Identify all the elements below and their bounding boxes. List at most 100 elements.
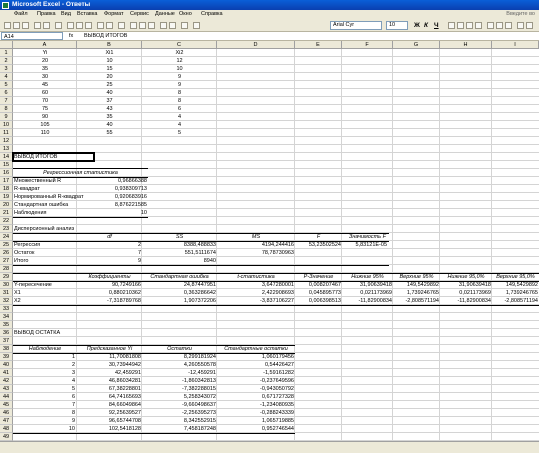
column-header-f[interactable]: F bbox=[342, 41, 393, 49]
row-header[interactable]: 45 bbox=[0, 401, 13, 409]
print-icon[interactable] bbox=[34, 22, 41, 29]
row-header[interactable]: 23 bbox=[0, 225, 13, 233]
cell-xi1[interactable]: 35 bbox=[77, 113, 142, 121]
row-header[interactable]: 17 bbox=[0, 177, 13, 185]
coef-header[interactable]: P-Значение bbox=[295, 273, 342, 281]
residual-standard[interactable]: -0,943050792 bbox=[217, 385, 294, 393]
menu-tools[interactable]: Сервис bbox=[130, 10, 149, 19]
row-header[interactable]: 34 bbox=[0, 313, 13, 321]
save-icon[interactable] bbox=[22, 22, 29, 29]
coef-value[interactable]: 0,880210362 bbox=[77, 289, 141, 297]
row-header[interactable]: 24 bbox=[0, 233, 13, 241]
residual-observation[interactable]: 7 bbox=[13, 401, 75, 409]
redo-icon[interactable] bbox=[106, 22, 113, 29]
residual-value[interactable]: -12,459291 bbox=[142, 369, 216, 377]
anova-label[interactable]: Остаток bbox=[14, 249, 76, 257]
coef-value[interactable]: 24,87447951 bbox=[142, 281, 216, 289]
residual-observation[interactable]: 3 bbox=[13, 369, 75, 377]
row-header[interactable]: 39 bbox=[0, 353, 13, 361]
stat-label[interactable]: Стандартная ошибка bbox=[14, 201, 94, 209]
anova-header-sig[interactable]: Значимость F bbox=[342, 233, 393, 241]
spelling-icon[interactable] bbox=[55, 22, 62, 29]
residuals-title[interactable]: ВЫВОД ОСТАТКА bbox=[14, 329, 114, 337]
stat-label[interactable]: R-квадрат bbox=[14, 185, 94, 193]
stat-value[interactable]: 8,876221585 bbox=[94, 201, 147, 209]
regression-stats-header[interactable]: Регрессионная статистика bbox=[13, 169, 148, 177]
anova-ms[interactable]: 78,78730963 bbox=[217, 249, 294, 257]
anova-df[interactable]: 7 bbox=[77, 249, 141, 257]
row-header[interactable]: 30 bbox=[0, 281, 13, 289]
residual-observation[interactable]: 4 bbox=[13, 377, 75, 385]
anova-ss[interactable]: 8388,488833 bbox=[142, 241, 216, 249]
residual-value[interactable]: 7,458187248 bbox=[142, 425, 216, 433]
coef-value[interactable]: -2,808571194 bbox=[492, 297, 538, 305]
cut-icon[interactable] bbox=[67, 22, 74, 29]
coef-value[interactable]: -11,82900834 bbox=[440, 297, 491, 305]
coef-value[interactable]: 149,5429892 bbox=[492, 281, 538, 289]
residual-observation[interactable]: 2 bbox=[13, 361, 75, 369]
residual-header[interactable]: Предсказанное Yi bbox=[77, 345, 142, 353]
bold-button[interactable]: Ж bbox=[414, 21, 420, 30]
anova-label[interactable]: Регрессия bbox=[14, 241, 76, 249]
stat-label[interactable]: Множественный R bbox=[14, 177, 94, 185]
coef-value[interactable]: 31,90639418 bbox=[440, 281, 491, 289]
cell-yi[interactable]: 105 bbox=[13, 121, 77, 129]
row-header[interactable]: 44 bbox=[0, 393, 13, 401]
cell-xi2[interactable]: 9 bbox=[142, 81, 217, 89]
menu-view[interactable]: Вид bbox=[61, 10, 71, 19]
residual-predicted[interactable]: 67,38228801 bbox=[77, 385, 141, 393]
row-header[interactable]: 9 bbox=[0, 113, 13, 121]
stat-label[interactable]: Нормированный R-квадрат bbox=[14, 193, 94, 201]
residual-header[interactable]: Остатки bbox=[142, 345, 217, 353]
residual-value[interactable]: -1,860342813 bbox=[142, 377, 216, 385]
coef-header[interactable]: Нижние 95% bbox=[342, 273, 393, 281]
anova-ss[interactable]: 8940 bbox=[142, 257, 216, 265]
residual-predicted[interactable]: 46,86034281 bbox=[77, 377, 141, 385]
residual-value[interactable]: 5,258343072 bbox=[142, 393, 216, 401]
menu-data[interactable]: Данные bbox=[155, 10, 175, 19]
cell-xi1[interactable]: 43 bbox=[77, 105, 142, 113]
cell-xi2[interactable]: 5 bbox=[142, 129, 217, 137]
residual-value[interactable]: 4,260550578 bbox=[142, 361, 216, 369]
coef-label[interactable]: X2 bbox=[14, 297, 76, 305]
cell-yi[interactable]: 70 bbox=[13, 97, 77, 105]
row-header[interactable]: 5 bbox=[0, 81, 13, 89]
new-icon[interactable] bbox=[4, 22, 11, 29]
residual-predicted[interactable]: 92,25639527 bbox=[77, 409, 141, 417]
row-header[interactable]: 20 bbox=[0, 201, 13, 209]
coef-value[interactable]: -11,82900834 bbox=[342, 297, 392, 305]
residual-standard[interactable]: -0,288243339 bbox=[217, 409, 294, 417]
row-header[interactable]: 19 bbox=[0, 193, 13, 201]
menu-insert[interactable]: Вставка bbox=[77, 10, 97, 19]
coef-value[interactable]: 0,006398513 bbox=[295, 297, 341, 305]
residual-header[interactable]: Наблюдение bbox=[13, 345, 77, 353]
percent-icon[interactable] bbox=[496, 22, 503, 29]
residual-header[interactable]: Стандартные остатки bbox=[217, 345, 295, 353]
coef-value[interactable]: 1,739246765 bbox=[492, 289, 538, 297]
cell-yi[interactable]: 30 bbox=[13, 73, 77, 81]
residual-predicted[interactable]: 11,70081808 bbox=[77, 353, 141, 361]
cell-xi2[interactable]: 10 bbox=[142, 65, 217, 73]
anova-title[interactable]: Дисперсионный анализ bbox=[14, 225, 114, 233]
row-header[interactable]: 10 bbox=[0, 121, 13, 129]
row-header[interactable]: 21 bbox=[0, 209, 13, 217]
row-header[interactable]: 2 bbox=[0, 57, 13, 65]
font-size-select[interactable]: 10 bbox=[386, 21, 408, 30]
coef-header[interactable]: Верхние 95% bbox=[393, 273, 440, 281]
cell-xi2[interactable]: 8 bbox=[142, 97, 217, 105]
coef-header[interactable]: t-статистика bbox=[217, 273, 295, 281]
preview-icon[interactable] bbox=[43, 22, 50, 29]
align-left-icon[interactable] bbox=[448, 22, 455, 29]
row-header[interactable]: 32 bbox=[0, 297, 13, 305]
coef-value[interactable]: 0,363286642 bbox=[142, 289, 216, 297]
coef-header[interactable]: Верхние 95,0% bbox=[492, 273, 539, 281]
residual-standard[interactable]: -1,59161282 bbox=[217, 369, 294, 377]
chart-wizard-icon[interactable] bbox=[160, 22, 167, 29]
column-header-d[interactable]: D bbox=[217, 41, 295, 49]
residual-predicted[interactable]: 42,459291 bbox=[77, 369, 141, 377]
cell-yi[interactable]: 90 bbox=[13, 113, 77, 121]
anova-df[interactable]: 9 bbox=[77, 257, 141, 265]
menu-file[interactable]: Файл bbox=[14, 10, 28, 19]
row-header[interactable]: 11 bbox=[0, 129, 13, 137]
row-header[interactable]: 37 bbox=[0, 337, 13, 345]
